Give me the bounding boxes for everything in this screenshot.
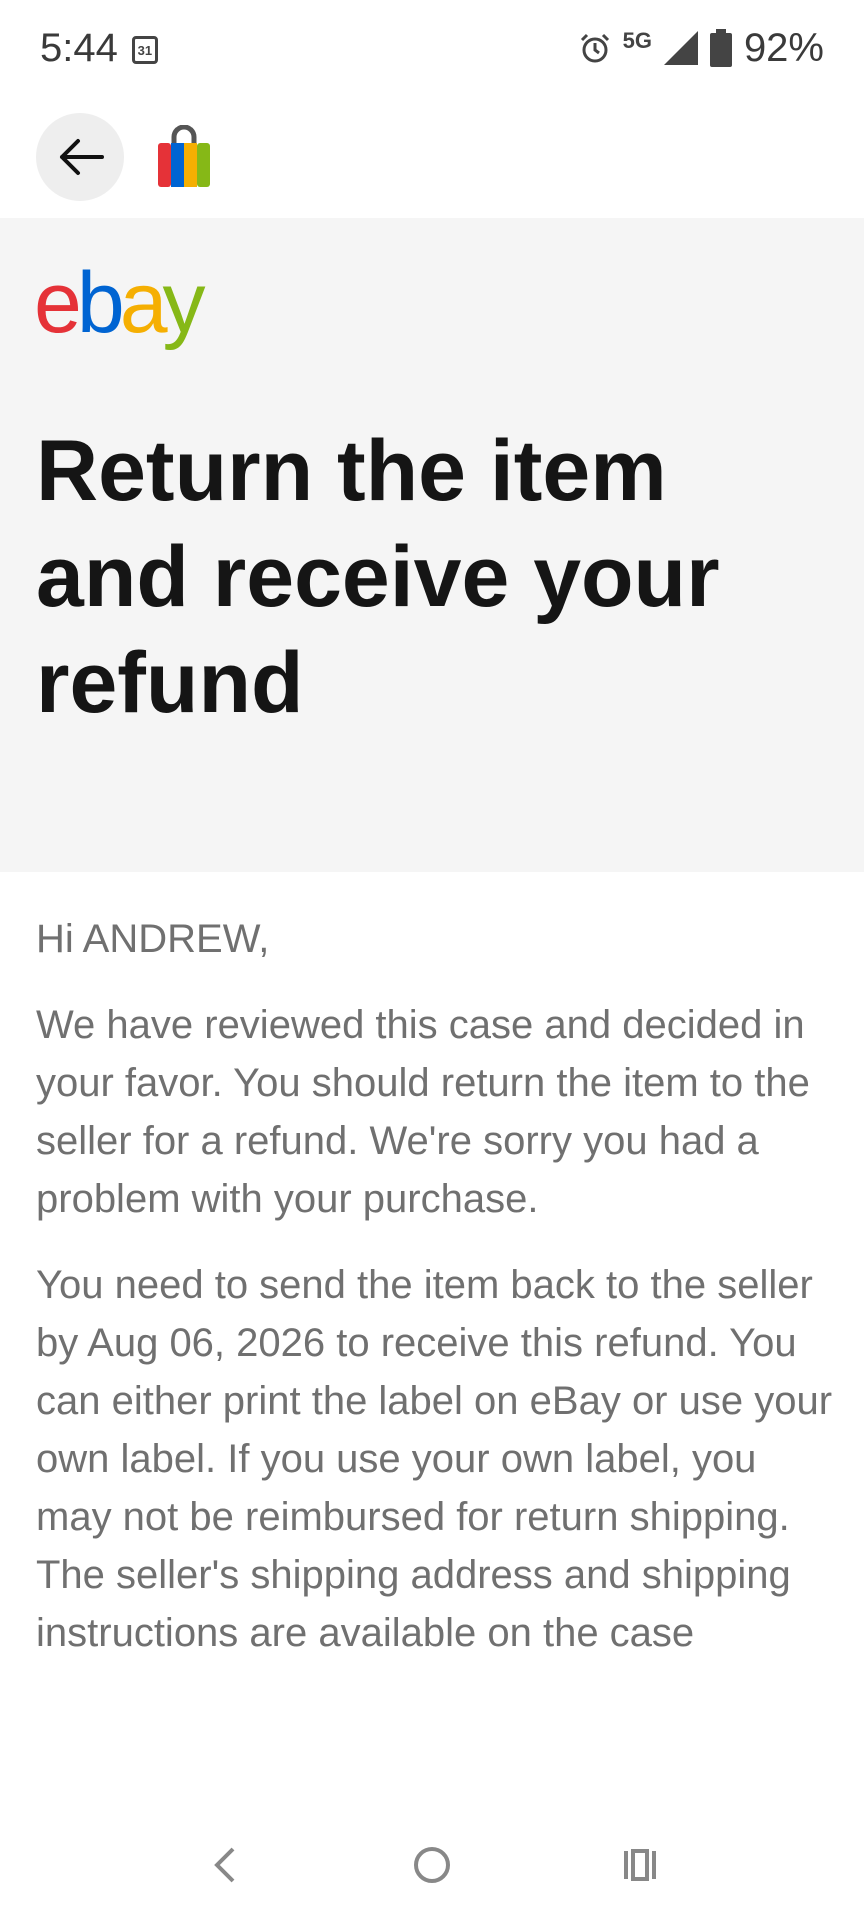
alarm-icon <box>579 32 611 64</box>
chevron-left-icon <box>214 1847 235 1883</box>
back-button[interactable] <box>36 113 124 201</box>
ebay-logo: ebay <box>34 255 206 351</box>
instructions-paragraph: You need to send the item back to the se… <box>36 1263 833 1655</box>
network-type: 5G <box>622 28 652 53</box>
status-time: 5:44 <box>40 25 118 70</box>
battery-icon <box>709 29 732 67</box>
status-right: 5G 92% <box>579 26 824 71</box>
nav-recents-button[interactable] <box>600 1825 680 1905</box>
arrow-left-icon <box>60 139 104 175</box>
email-body: Hi ANDREW, We have reviewed this case an… <box>36 910 836 1690</box>
status-bar: 5:44 31 5G 92% <box>0 0 864 96</box>
greeting-text: Hi ANDREW, <box>36 917 270 961</box>
status-left: 5:44 31 <box>40 26 158 71</box>
signal-icon <box>663 31 698 65</box>
circle-home-icon <box>414 1847 450 1883</box>
battery-level: 92% <box>743 25 824 70</box>
decision-paragraph: We have reviewed this case and decided i… <box>36 1003 810 1221</box>
shopping-bag-icon[interactable] <box>156 125 212 189</box>
nav-back-button[interactable] <box>184 1825 264 1905</box>
hero-banner: ebay Return the item and receive your re… <box>0 218 864 872</box>
app-header <box>0 96 864 218</box>
calendar-day: 31 <box>137 42 153 58</box>
recents-icon <box>624 1849 656 1881</box>
page-title: Return the item and receive your refund <box>36 423 720 731</box>
calendar-icon: 31 <box>131 36 158 64</box>
nav-home-button[interactable] <box>392 1825 472 1905</box>
system-nav-bar <box>0 1810 864 1920</box>
